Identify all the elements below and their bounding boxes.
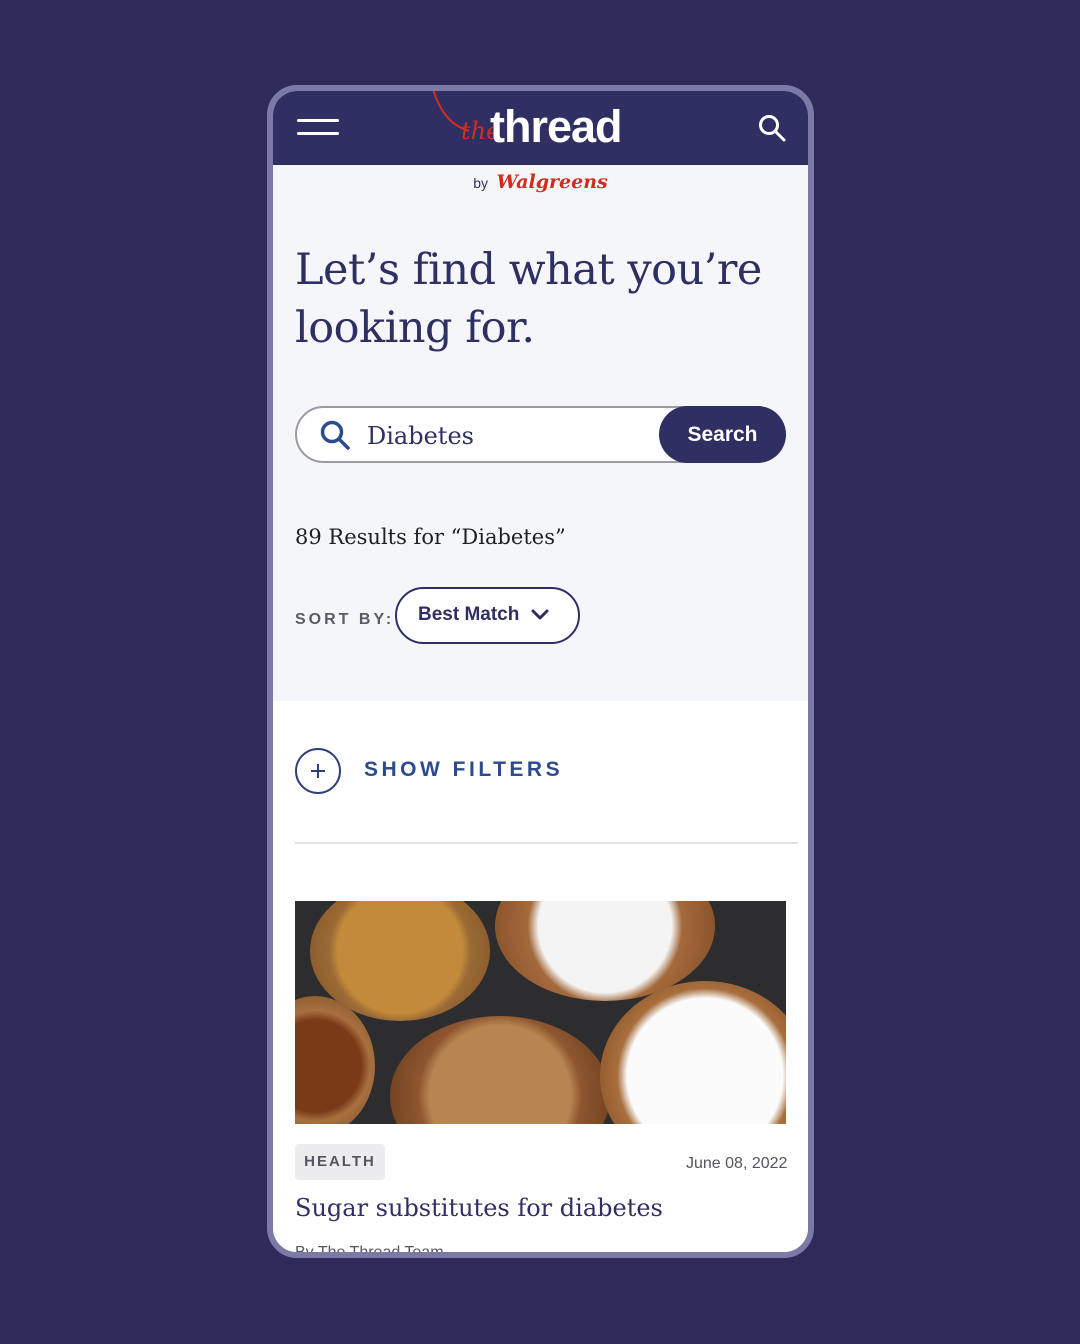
divider [295, 842, 798, 844]
article-date: June 08, 2022 [686, 1155, 788, 1172]
article-image[interactable] [295, 901, 786, 1124]
category-tag[interactable]: HEALTH [295, 1144, 385, 1180]
brand-byline: by Walgreens [273, 171, 808, 193]
bowl-cane-cubes [390, 1016, 610, 1124]
bowl-white-sugar [600, 981, 786, 1124]
bowl-rock-sugar [295, 996, 375, 1124]
sort-selected-value: Best Match [418, 604, 520, 625]
results-count: 89 Results for “Diabetes” [295, 525, 566, 549]
site-header: the thread [273, 91, 808, 165]
site-logo[interactable]: the thread [423, 91, 653, 165]
article-title[interactable]: Sugar substitutes for diabetes [295, 1194, 663, 1222]
search-button[interactable]: Search [659, 406, 786, 463]
results-section: SHOW FILTERS HEALTH June 08, 2022 Sugar … [273, 701, 808, 1258]
byline-brand: Walgreens [496, 171, 608, 193]
logo-wordmark: thread [490, 101, 623, 152]
search-input[interactable] [365, 418, 639, 454]
phone-frame: the thread by Walgreens Let’s find what … [267, 85, 814, 1258]
search-icon [320, 420, 350, 450]
page-title: Let’s find what you’re looking for. [295, 245, 762, 353]
search-icon[interactable] [757, 113, 787, 143]
show-filters-button[interactable]: SHOW FILTERS [364, 758, 563, 782]
sort-label: SORT BY: [295, 611, 395, 628]
plus-icon[interactable] [295, 748, 341, 794]
sort-select[interactable]: Best Match [395, 587, 580, 644]
chevron-down-icon [531, 609, 549, 620]
article-author: By The Thread Team [295, 1244, 444, 1258]
byline-by: by [473, 175, 489, 191]
hamburger-menu-icon[interactable] [297, 117, 339, 139]
